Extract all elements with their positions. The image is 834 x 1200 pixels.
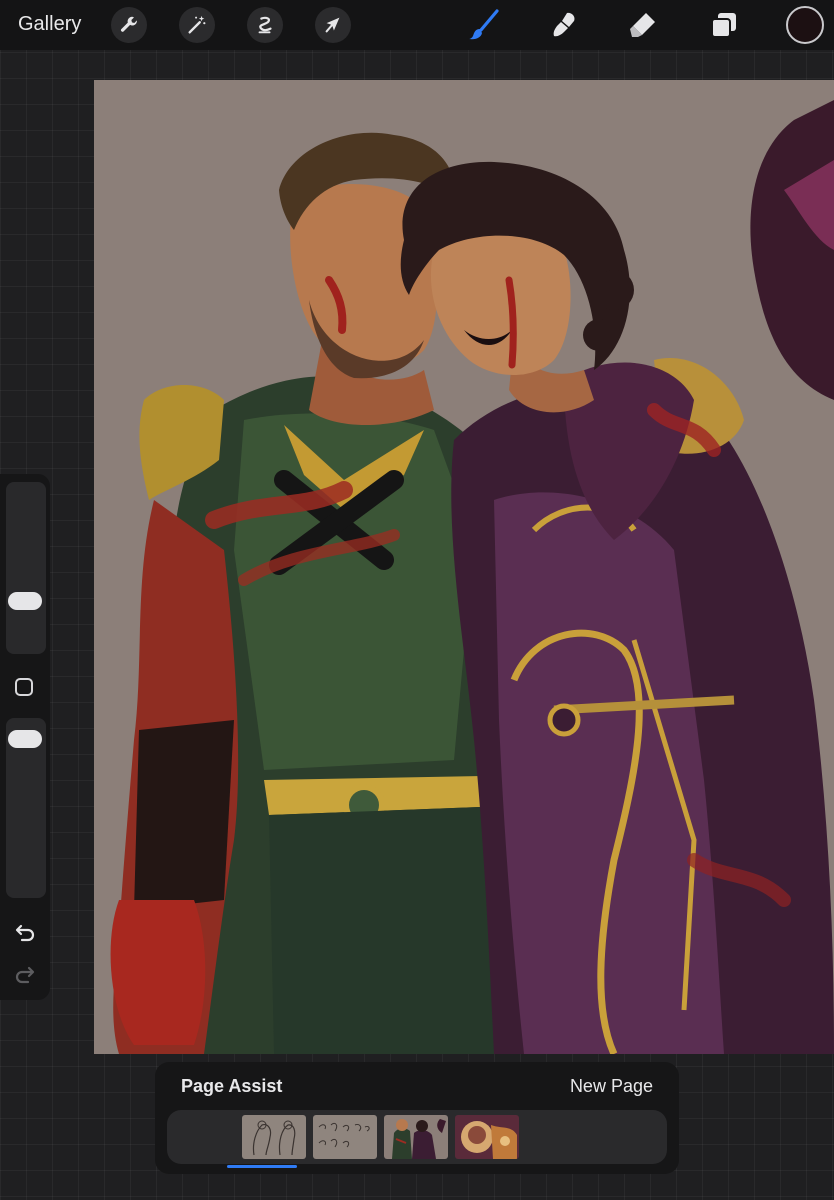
page-thumbnail-selected[interactable] bbox=[384, 1115, 448, 1159]
undo-icon bbox=[15, 924, 35, 942]
page-assist-panel: Page Assist New Page bbox=[155, 1062, 679, 1174]
redo-icon bbox=[15, 966, 35, 984]
page-thumbnail[interactable] bbox=[313, 1115, 377, 1159]
layers-button[interactable] bbox=[706, 7, 742, 43]
eraser-icon bbox=[630, 13, 655, 37]
actions-button[interactable] bbox=[111, 7, 147, 43]
page-thumbnail[interactable] bbox=[455, 1115, 519, 1159]
brush-icon bbox=[469, 9, 499, 40]
adjustments-button[interactable] bbox=[179, 7, 215, 43]
new-page-button[interactable]: New Page bbox=[570, 1076, 653, 1097]
left-sidebar bbox=[0, 474, 50, 1000]
magic-wand-icon bbox=[188, 15, 206, 34]
transform-arrow-icon bbox=[325, 17, 340, 33]
smudge-tool-button[interactable] bbox=[546, 7, 582, 43]
brush-size-thumb[interactable] bbox=[8, 592, 42, 610]
page-assist-title: Page Assist bbox=[181, 1076, 283, 1096]
gallery-button[interactable]: Gallery bbox=[18, 12, 81, 36]
color-picker-button[interactable] bbox=[786, 6, 824, 44]
modify-button[interactable] bbox=[15, 678, 33, 696]
layers-icon bbox=[711, 13, 736, 38]
drawing-canvas[interactable] bbox=[94, 80, 834, 1054]
selection-icon bbox=[258, 16, 272, 34]
selection-button[interactable] bbox=[247, 7, 283, 43]
undo-button[interactable] bbox=[12, 922, 38, 944]
eraser-tool-button[interactable] bbox=[625, 7, 661, 43]
top-toolbar: Gallery bbox=[0, 0, 834, 50]
brush-tool-button[interactable] bbox=[466, 7, 502, 43]
selected-page-indicator bbox=[227, 1165, 297, 1168]
smudge-icon bbox=[553, 12, 575, 37]
artwork-illustration bbox=[94, 80, 834, 1054]
redo-button[interactable] bbox=[12, 964, 38, 986]
transform-button[interactable] bbox=[315, 7, 351, 43]
page-thumbnail-strip bbox=[167, 1110, 667, 1164]
page-thumbnail[interactable] bbox=[242, 1115, 306, 1159]
opacity-slider[interactable] bbox=[6, 718, 46, 898]
opacity-thumb[interactable] bbox=[8, 730, 42, 748]
brush-size-slider[interactable] bbox=[6, 482, 46, 654]
wrench-icon bbox=[120, 16, 137, 32]
